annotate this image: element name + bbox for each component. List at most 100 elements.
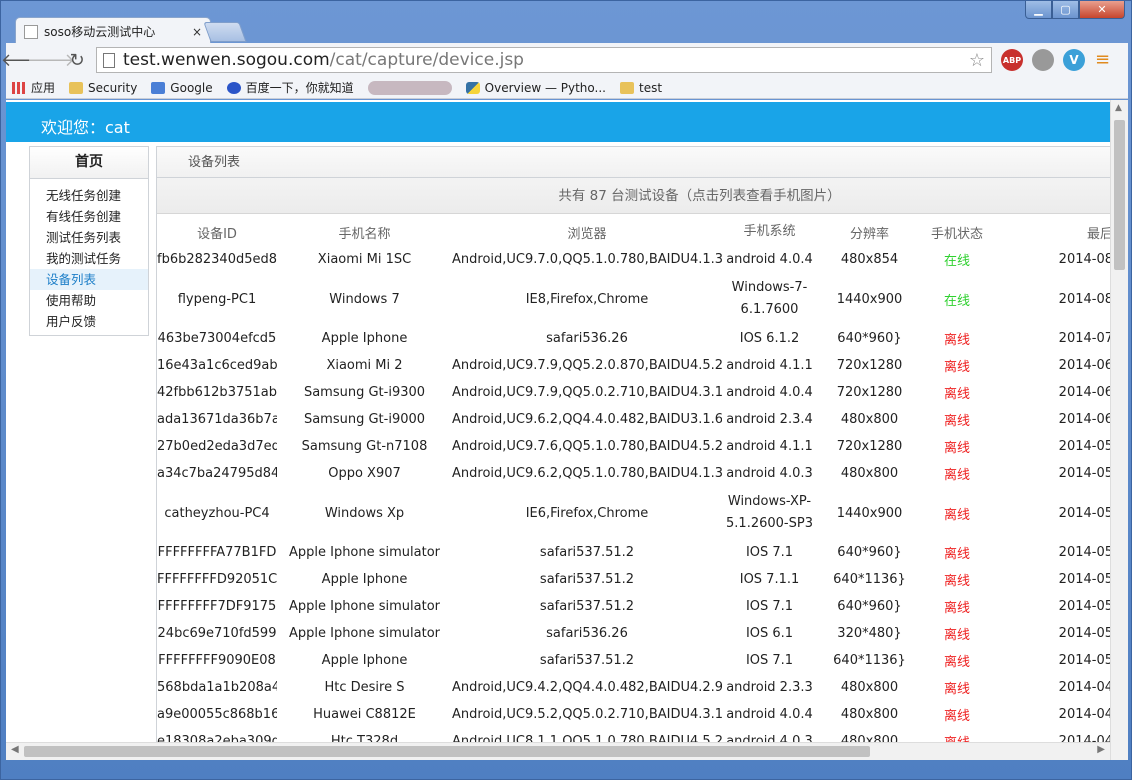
os-cell: android 4.1.1 [726, 357, 813, 373]
last-date-cell: 2014-06 [1058, 358, 1113, 373]
table-row[interactable]: 42fbb612b3751ab Samsung Gt-i9300 Android,U… [157, 379, 1113, 406]
resolution-cell: 720x1280 [836, 385, 903, 400]
blurred-bookmark[interactable] [367, 80, 452, 95]
nav-item-device-list[interactable]: 设备列表 [30, 269, 148, 290]
globe-extension-icon[interactable] [1032, 49, 1054, 71]
vertical-scrollbar[interactable]: ▲ [1110, 100, 1128, 760]
column-header: 手机状态 [930, 226, 983, 242]
address-bar[interactable]: test.wenwen.sogou.com /cat/capture/devic… [96, 47, 992, 73]
nav-item-wired-task[interactable]: 有线任务创建 [30, 206, 148, 227]
last-date-cell: 2014-05 [1058, 505, 1113, 521]
last-date-cell: 2014-05 [1058, 466, 1113, 481]
browser-toolbar: 🡐 🡒 ↻ test.wenwen.sogou.com /cat/capture… [1, 43, 1128, 77]
device-name-cell: Apple Iphone simulator [288, 545, 441, 560]
table-row[interactable]: 16e43a1c6ced9ab Xiaomi Mi 2 Android,UC9.7.… [157, 352, 1113, 379]
nav-item-my-tasks[interactable]: 我的测试任务 [30, 248, 148, 269]
bookmark-google[interactable]: Google [151, 81, 213, 95]
table-row[interactable]: 24bc69e710fd599 Apple Iphone simulator saf… [157, 620, 1113, 647]
table-row[interactable]: 568bda1a1b208a4 Htc Desire S Android,UC9.4… [157, 674, 1113, 701]
resolution-cell: 720x1280 [836, 439, 903, 454]
resolution-cell: 1440x900 [836, 291, 903, 307]
table-row[interactable]: flypeng-PC1 Windows 7 IE8,Firefox,Chrome Wi… [157, 273, 1113, 325]
browser-cell: Android,UC9.5.2,QQ5.0.2.710,BAIDU4.3.16. [452, 707, 722, 722]
horizontal-scrollbar[interactable]: ◀ ▶ [6, 742, 1110, 760]
table-row[interactable]: catheyzhou-PC4 Windows Xp IE6,Firefox,Chro… [157, 487, 1113, 539]
resolution-cell: 320*480} [837, 626, 902, 641]
bookmark-security[interactable]: Security [69, 81, 137, 95]
adblock-extension-icon[interactable]: ABP [1001, 49, 1023, 71]
main-content: 设备列表 共有 87 台测试设备（点击列表查看手机图片） 设备ID 手机名称 浏… [156, 146, 1113, 760]
table-row[interactable]: FFFFFFFF9090E08 Apple Iphone safari537.51.… [157, 647, 1113, 674]
status-cell: 在线 [943, 254, 970, 269]
status-cell: 离线 [943, 468, 970, 483]
new-tab-button[interactable] [203, 22, 247, 42]
last-date-cell: 2014-04 [1058, 707, 1113, 722]
forward-arrow-icon[interactable]: 🡒 [27, 47, 75, 73]
status-cell: 离线 [943, 682, 970, 697]
resolution-cell: 720x1280 [836, 358, 903, 373]
chrome-menu-icon[interactable]: ≡ [1095, 51, 1110, 69]
browser-cell: Android,UC9.7.9,QQ5.0.2.710,BAIDU4.3.16. [452, 385, 722, 400]
tab-close-icon[interactable]: × [192, 25, 202, 39]
browser-cell: safari537.51.2 [539, 653, 635, 668]
scroll-right-arrow-icon[interactable]: ▶ [1097, 744, 1105, 755]
os-cell: Windows-XP-5.1.2600-SP3 [726, 494, 813, 531]
scroll-up-arrow-icon[interactable]: ▲ [1115, 103, 1122, 113]
last-date-cell: 2014-08 [1058, 291, 1113, 307]
os-cell: IOS 7.1 [745, 544, 794, 560]
breadcrumb: 设备列表 [157, 146, 1112, 178]
vertical-scroll-thumb[interactable] [1114, 120, 1125, 270]
table-row[interactable]: fb6b282340d5ed8 Xiaomi Mi 1SC Android,UC9.… [157, 246, 1113, 273]
table-row[interactable]: FFFFFFFFA77B1FD Apple Iphone simulator saf… [157, 539, 1113, 566]
os-cell: android 4.0.3 [726, 465, 813, 481]
table-row[interactable]: 463be73004efcd5 Apple Iphone safari536.26 I… [157, 325, 1113, 352]
home-link[interactable]: 首页 [30, 147, 148, 179]
browser-cell: safari536.26 [546, 331, 628, 346]
google-icon [151, 81, 166, 94]
browser-window: ▁ ▢ ✕ soso移动云测试中心 × 🡐 🡒 ↻ test.wenwen.so… [0, 0, 1132, 780]
nav-item-help[interactable]: 使用帮助 [30, 290, 148, 311]
bookmark-star-icon[interactable]: ☆ [969, 50, 985, 71]
table-row[interactable]: FFFFFFFFD92051C Apple Iphone safari537.51.… [157, 566, 1113, 593]
bookmark-baidu[interactable]: 百度一下，你就知道 [226, 79, 354, 96]
last-date-cell: 2014-05 [1058, 545, 1113, 560]
os-cell: IOS 7.1 [745, 652, 794, 668]
table-row[interactable]: ada13671da36b7a Samsung Gt-i9000 Android,U… [157, 406, 1113, 433]
welcome-header: 欢迎您：cat [6, 102, 1110, 142]
reload-icon[interactable]: ↻ [64, 47, 90, 73]
bookmark-apps[interactable]: 应用 [12, 79, 55, 96]
v-extension-icon[interactable]: V [1063, 49, 1085, 71]
bookmark-python[interactable]: Overview — Pytho... [465, 81, 606, 95]
browser-cell: IE6,Firefox,Chrome [525, 505, 649, 521]
horizontal-scroll-thumb[interactable] [24, 746, 870, 757]
nav-item-task-list[interactable]: 测试任务列表 [30, 227, 148, 248]
device-name-cell: Apple Iphone simulator [288, 599, 441, 614]
column-header: 手机系统 [743, 224, 796, 239]
status-cell: 离线 [943, 333, 970, 348]
bookmark-test[interactable]: test [620, 81, 662, 95]
os-cell: Windows-7-6.1.7600 [731, 280, 808, 317]
browser-cell: safari537.51.2 [539, 545, 635, 560]
device-id-cell: a34c7ba24795d84 [157, 466, 277, 481]
status-cell: 离线 [943, 628, 970, 643]
scroll-left-arrow-icon[interactable]: ◀ [11, 744, 19, 755]
table-row[interactable]: a34c7ba24795d84 Oppo X907 Android,UC9.6.2,… [157, 460, 1113, 487]
os-cell: IOS 7.1 [745, 598, 794, 614]
nav-item-feedback[interactable]: 用户反馈 [30, 311, 148, 332]
python-icon [465, 81, 480, 94]
table-row[interactable]: a9e00055c868b16 Huawei C8812E Android,UC9.… [157, 701, 1113, 728]
os-cell: android 4.0.4 [726, 384, 813, 400]
nav-item-wireless-task[interactable]: 无线任务创建 [30, 185, 148, 206]
device-id-cell: a9e00055c868b16 [157, 707, 277, 722]
status-cell: 离线 [943, 387, 970, 402]
page-viewport: 欢迎您：cat 首页 无线任务创建 有线任务创建 测试任务列表 我的测试任务 设… [6, 100, 1128, 760]
resolution-cell: 640*960} [837, 599, 902, 614]
device-name-cell: Apple Iphone [321, 331, 408, 346]
table-row[interactable]: 27b0ed2eda3d7ed Samsung Gt-n7108 Android,U… [157, 433, 1113, 460]
last-date-cell: 2014-08 [1058, 252, 1113, 267]
url-path: /cat/capture/device.jsp [329, 50, 524, 70]
table-row[interactable]: FFFFFFFF7DF9175 Apple Iphone simulator saf… [157, 593, 1113, 620]
page-icon [103, 52, 115, 68]
browser-tab[interactable]: soso移动云测试中心 × [15, 17, 211, 45]
column-header: 分辨率 [849, 226, 889, 242]
